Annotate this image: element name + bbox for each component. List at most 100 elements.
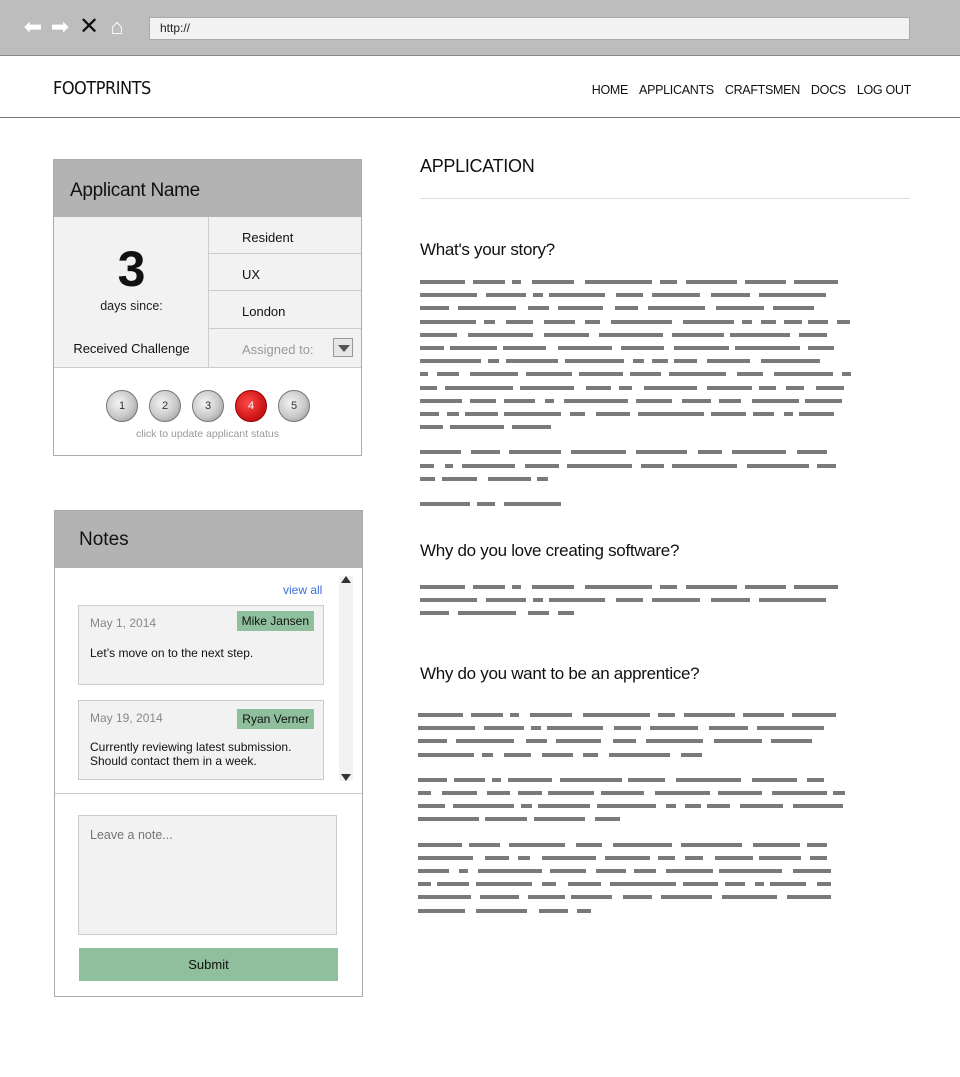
placeholder-text-line [527, 306, 550, 311]
answer-apprentice-text [418, 713, 858, 918]
status-step-5[interactable]: 5 [278, 390, 310, 422]
placeholder-text-line [586, 385, 611, 390]
placeholder-text-line [452, 804, 515, 809]
placeholder-text-line [636, 450, 688, 455]
placeholder-text-line [476, 502, 496, 506]
placeholder-text-line [488, 476, 531, 481]
placeholder-text-line [458, 869, 469, 873]
assigned-to-select[interactable]: Assigned to: [209, 329, 361, 368]
placeholder-text-line [666, 869, 714, 873]
placeholder-text-line [612, 739, 636, 744]
chevron-down-icon[interactable] [333, 338, 353, 357]
placeholder-text-line [842, 372, 852, 377]
placeholder-text-line [475, 882, 532, 887]
home-icon[interactable]: ⌂ [106, 14, 128, 40]
placeholder-text-line [544, 332, 589, 337]
placeholder-text-line [697, 450, 723, 455]
placeholder-text-line [531, 280, 575, 284]
placeholder-text-line [420, 412, 440, 416]
status-step-2[interactable]: 2 [149, 390, 181, 422]
top-navigation: HOME APPLICANTS CRAFTSMEN DOCS LOG OUT [592, 83, 912, 97]
placeholder-text-line [609, 882, 676, 887]
placeholder-text-line [484, 817, 527, 822]
placeholder-text-line [808, 319, 828, 324]
placeholder-text-line [799, 412, 835, 416]
placeholder-text-line [613, 842, 673, 847]
placeholder-text-line [478, 869, 543, 873]
days-counter: 3 days since: Received Challenge [54, 217, 209, 368]
placeholder-text-line [549, 293, 605, 298]
view-all-link[interactable]: view all [283, 583, 322, 597]
nav-log-out[interactable]: LOG OUT [857, 83, 911, 97]
nav-home[interactable]: HOME [592, 83, 629, 97]
placeholder-text-line [655, 791, 711, 795]
placeholder-text-line [796, 450, 828, 455]
forward-arrow-icon[interactable]: ➡ [49, 14, 71, 40]
placeholder-text-line [635, 398, 672, 403]
placeholder-text-line [676, 777, 742, 782]
nav-craftsmen[interactable]: CRAFTSMEN [725, 83, 800, 97]
note-author-badge: Ryan Verner [237, 709, 314, 729]
days-count: 3 [117, 241, 146, 297]
placeholder-text-line [798, 332, 827, 337]
days-label: days since: [100, 299, 163, 313]
placeholder-text-line [486, 598, 527, 603]
scroll-up-icon[interactable] [341, 576, 351, 583]
placeholder-text-line [680, 752, 702, 757]
placeholder-text-line [472, 280, 505, 284]
placeholder-text-line [420, 346, 444, 350]
note-date: May 1, 2014 [90, 616, 157, 630]
placeholder-text-line [598, 332, 663, 337]
placeholder-text-line [614, 726, 642, 731]
scroll-down-icon[interactable] [341, 774, 351, 781]
placeholder-text-line [614, 306, 638, 311]
status-step-4[interactable]: 4 [235, 390, 267, 422]
placeholder-text-line [578, 372, 624, 377]
placeholder-text-line [505, 359, 558, 364]
status-hint: click to update applicant status [135, 428, 279, 440]
placeholder-text-line [445, 385, 513, 390]
nav-docs[interactable]: DOCS [811, 83, 846, 97]
close-icon[interactable]: ✕ [78, 14, 100, 40]
placeholder-text-line [759, 598, 826, 603]
notes-scrollbar[interactable] [339, 576, 353, 781]
status-step-1[interactable]: 1 [106, 390, 138, 422]
nav-applicants[interactable]: APPLICANTS [639, 83, 714, 97]
placeholder-text-line [810, 855, 828, 860]
placeholder-text-line [682, 319, 735, 324]
placeholder-text-line [567, 882, 602, 887]
submit-note-button[interactable]: Submit [79, 948, 338, 981]
notes-list: view all May 1, 2014 Mike Jansen Let’s m… [55, 568, 362, 794]
placeholder-text-line [504, 752, 532, 757]
placeholder-text-line [484, 726, 525, 731]
placeholder-text-line [418, 739, 448, 744]
placeholder-text-line [470, 398, 497, 403]
placeholder-text-line [669, 372, 727, 377]
placeholder-text-line [719, 398, 742, 403]
placeholder-text-line [585, 585, 653, 589]
placeholder-text-line [643, 385, 698, 390]
placeholder-text-line [671, 332, 724, 337]
placeholder-text-line [816, 385, 845, 390]
placeholder-text-line [420, 372, 428, 377]
placeholder-text-line [525, 463, 559, 468]
back-arrow-icon[interactable]: ⬅ [22, 14, 44, 40]
placeholder-text-line [418, 804, 446, 809]
placeholder-text-line [509, 450, 561, 455]
placeholder-text-line [605, 855, 651, 860]
applicant-details: 3 days since: Received Challenge Residen… [54, 217, 361, 368]
placeholder-text-line [420, 476, 435, 481]
url-bar[interactable]: http:// [149, 17, 910, 40]
placeholder-text-line [420, 359, 482, 364]
status-step-3[interactable]: 3 [192, 390, 224, 422]
placeholder-text-line [529, 713, 573, 717]
placeholder-text-line [633, 359, 644, 364]
note-date: May 19, 2014 [90, 711, 163, 725]
brand-logo[interactable]: FOOTPRINTS [53, 78, 151, 99]
placeholder-text-line [504, 412, 561, 416]
placeholder-text-line [567, 463, 633, 468]
placeholder-text-line [722, 895, 777, 900]
placeholder-text-line [418, 726, 476, 731]
placeholder-text-line [724, 882, 746, 887]
note-input[interactable] [78, 815, 337, 935]
